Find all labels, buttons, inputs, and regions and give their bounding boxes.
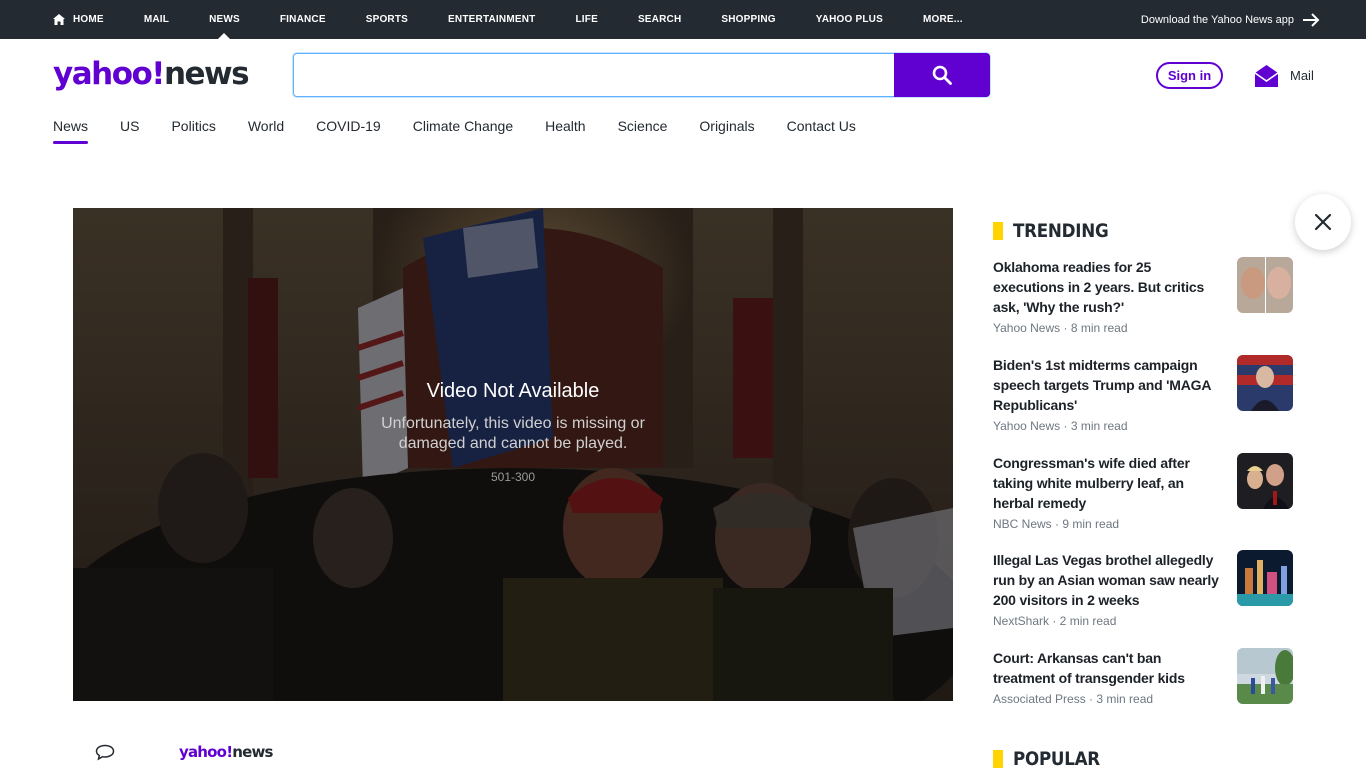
trending-item-thumbnail [1237,648,1293,704]
trending-item-meta: NextShark · 2 min read [993,614,1117,628]
search-button[interactable] [894,53,990,97]
topnav-shopping[interactable]: SHOPPING [721,0,775,39]
video-error-message: Unfortunately, this video is missing or … [381,415,645,452]
download-app-link[interactable]: Download the Yahoo News app [1141,0,1320,39]
close-button[interactable] [1295,194,1351,250]
topnav-search[interactable]: SEARCH [638,0,681,39]
topnav-more[interactable]: MORE... [923,0,963,39]
trending-header: TRENDING [993,220,1121,242]
trending-item-meta: Yahoo News · 8 min read [993,321,1128,335]
mail-label: Mail [1290,67,1314,83]
popular-heading: POPULAR [1013,748,1100,768]
subnav-covid19[interactable]: COVID-19 [316,116,381,138]
comment-icon [95,744,115,761]
topnav-news[interactable]: NEWS [209,0,240,39]
topnav-yahoo-plus[interactable]: YAHOO PLUS [816,0,883,39]
subnav-politics[interactable]: Politics [171,116,215,138]
video-error-title: Video Not Available [426,380,600,402]
trending-item-title: Illegal Las Vegas brothel allegedly run … [993,552,1219,608]
logo-news: news [163,56,250,92]
trending-item-meta: NBC News · 9 min read [993,517,1120,531]
trending-item-title: Court: Arkansas can't ban treatment of t… [993,650,1185,686]
trending-item-thumbnail [1237,453,1293,509]
source-logo-news: news [232,743,273,761]
trending-item[interactable]: Oklahoma readies for 25 executions in 2 … [993,257,1293,335]
trending-item-meta: Yahoo News · 3 min read [993,419,1128,433]
search-input[interactable] [294,54,894,96]
subnav-world[interactable]: World [248,116,284,138]
topnav-home[interactable]: HOME [53,0,104,39]
section-nav: News US Politics World COVID-19 Climate … [53,116,888,144]
trending-item-thumbnail [1237,257,1293,313]
trending-item-title: Biden's 1st midterms campaign speech tar… [993,357,1211,413]
subnav-us[interactable]: US [120,116,139,138]
download-app-label: Download the Yahoo News app [1140,13,1294,26]
trending-item-title: Congressman's wife died after taking whi… [993,455,1190,511]
subnav-health[interactable]: Health [545,116,585,138]
topnav-sports[interactable]: SPORTS [366,0,408,39]
trending-item-thumbnail [1237,355,1293,411]
trending-item-thumbnail [1237,550,1293,606]
mail-icon [1254,64,1279,87]
topnav-home-label: HOME [73,14,104,25]
source-logo-yahoo: yahoo! [179,743,233,761]
top-nav: HOME MAIL NEWS FINANCE SPORTS ENTERTAINM… [53,0,1003,39]
search-box [293,53,990,97]
subnav-climate-change[interactable]: Climate Change [413,116,513,138]
trending-item[interactable]: Illegal Las Vegas brothel allegedly run … [993,550,1293,628]
video-player[interactable]: Video Not Available Unfortunately, this … [73,208,953,701]
trending-item[interactable]: Biden's 1st midterms campaign speech tar… [993,355,1293,433]
comments-button[interactable] [95,744,115,766]
trending-heading: TRENDING [1013,220,1109,242]
popular-header: POPULAR [993,748,1112,768]
arrow-right-icon [1303,12,1320,27]
subnav-science[interactable]: Science [618,116,668,138]
trending-item[interactable]: Court: Arkansas can't ban treatment of t… [993,648,1293,706]
subnav-contact-us[interactable]: Contact Us [787,116,856,138]
subnav-originals[interactable]: Originals [699,116,754,138]
sign-in-button[interactable]: Sign in [1156,62,1223,89]
top-navigation-bar: HOME MAIL NEWS FINANCE SPORTS ENTERTAINM… [0,0,1366,39]
video-error-code: 501-300 [490,470,536,484]
topnav-mail[interactable]: MAIL [144,0,169,39]
topnav-finance[interactable]: FINANCE [280,0,326,39]
topnav-entertainment[interactable]: ENTERTAINMENT [448,0,535,39]
topnav-life[interactable]: LIFE [575,0,597,39]
close-icon [1314,213,1332,231]
trending-item-title: Oklahoma readies for 25 executions in 2 … [993,259,1205,315]
subnav-news[interactable]: News [53,116,89,144]
trending-item[interactable]: Congressman's wife died after taking whi… [993,453,1293,531]
mail-link[interactable]: Mail [1254,62,1314,88]
search-icon [932,65,952,85]
yahoo-news-logo[interactable]: yahoo! news [53,56,250,92]
trending-accent-bar [993,222,1003,240]
video-dim-overlay [73,208,953,701]
home-icon [53,14,65,25]
popular-accent-bar [993,750,1003,768]
logo-yahoo: yahoo! [53,56,165,92]
article-source-logo: yahoo!news [179,743,273,761]
